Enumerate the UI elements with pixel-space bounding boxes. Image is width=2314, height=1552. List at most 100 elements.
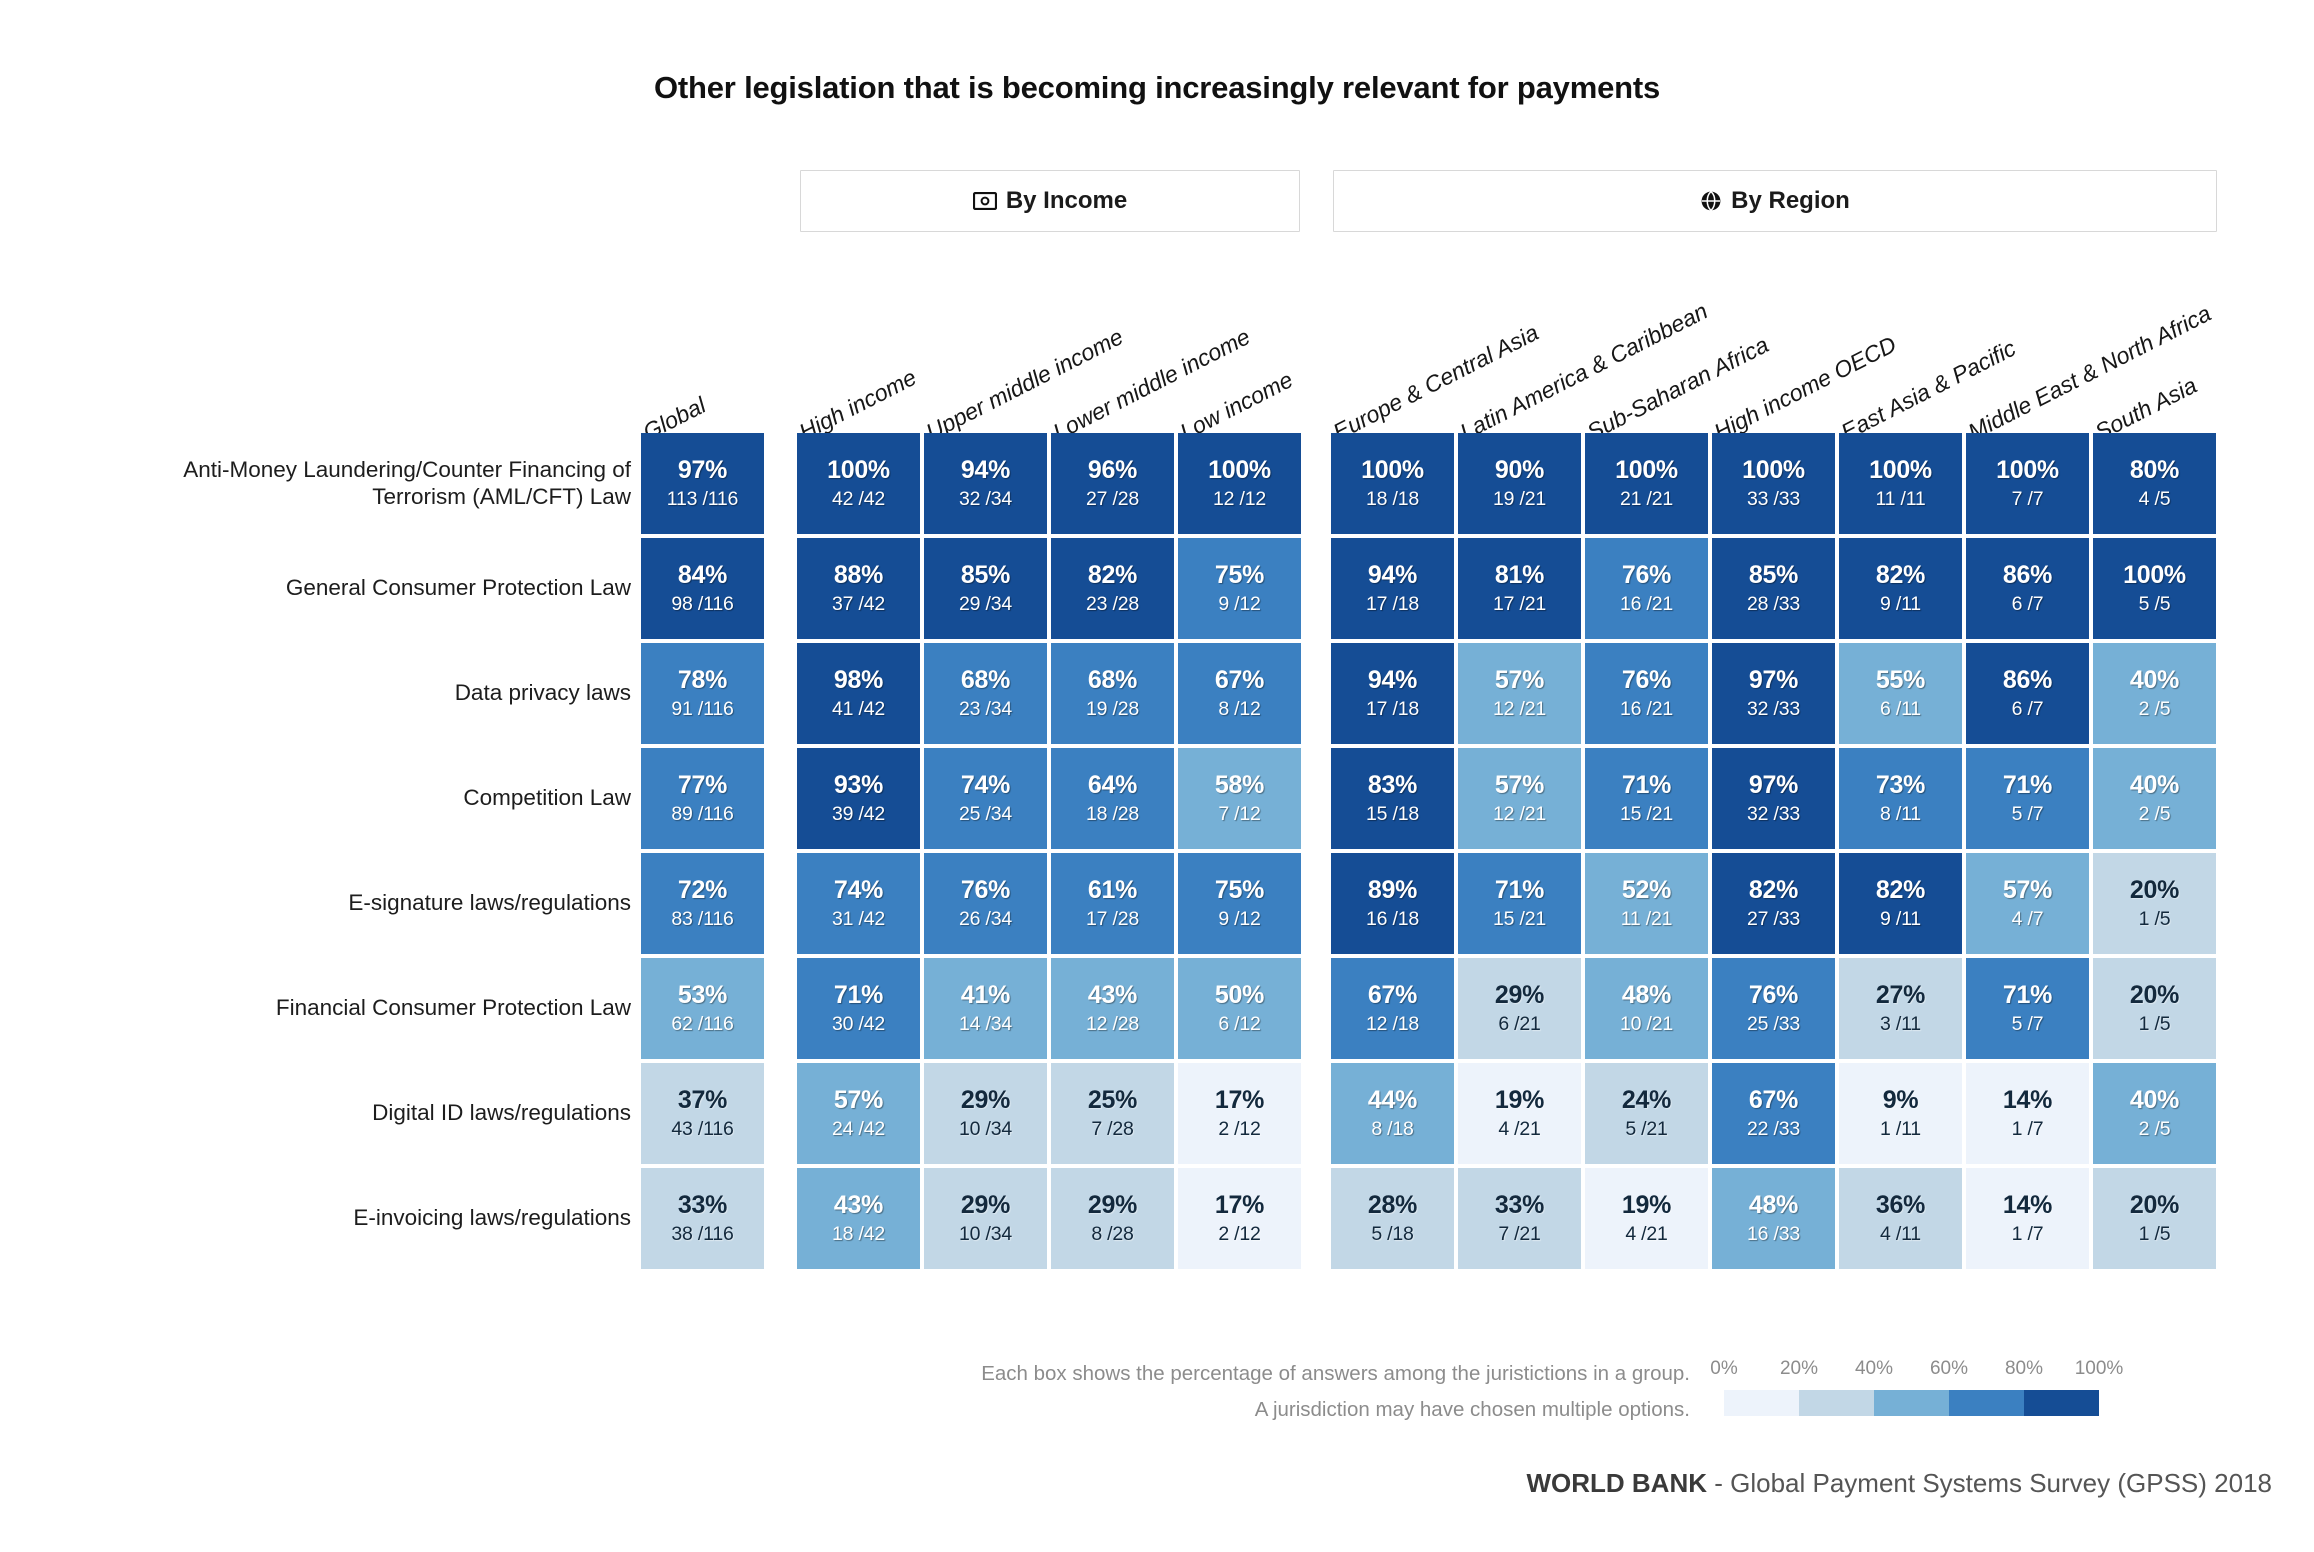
heatmap-cell[interactable]: 100% 21 /21 <box>1585 433 1708 534</box>
heatmap-cell[interactable]: 68% 19 /28 <box>1051 643 1174 744</box>
heatmap-cell[interactable]: 100% 5 /5 <box>2093 538 2216 639</box>
heatmap-cell[interactable]: 80% 4 /5 <box>2093 433 2216 534</box>
heatmap-cell[interactable]: 71% 5 /7 <box>1966 958 2089 1059</box>
heatmap-cell[interactable]: 82% 9 /11 <box>1839 853 1962 954</box>
cell-fraction: 4 /21 <box>1625 1222 1668 1245</box>
heatmap-cell[interactable]: 75% 9 /12 <box>1178 538 1301 639</box>
heatmap-cell[interactable]: 78% 91 /116 <box>641 643 764 744</box>
heatmap-cell[interactable]: 36% 4 /11 <box>1839 1168 1962 1269</box>
heatmap-cell[interactable]: 74% 31 /42 <box>797 853 920 954</box>
heatmap-cell[interactable]: 57% 24 /42 <box>797 1063 920 1164</box>
heatmap-cell[interactable]: 76% 16 /21 <box>1585 643 1708 744</box>
heatmap-cell[interactable]: 71% 15 /21 <box>1585 748 1708 849</box>
heatmap-cell[interactable]: 17% 2 /12 <box>1178 1063 1301 1164</box>
heatmap-cell[interactable]: 41% 14 /34 <box>924 958 1047 1059</box>
heatmap-cell[interactable]: 29% 10 /34 <box>924 1063 1047 1164</box>
group-header-by-income[interactable]: By Income <box>800 170 1300 232</box>
heatmap-cell[interactable]: 85% 29 /34 <box>924 538 1047 639</box>
heatmap-cell[interactable]: 94% 32 /34 <box>924 433 1047 534</box>
heatmap-cell[interactable]: 48% 10 /21 <box>1585 958 1708 1059</box>
heatmap-cell[interactable]: 93% 39 /42 <box>797 748 920 849</box>
heatmap-cell[interactable]: 17% 2 /12 <box>1178 1168 1301 1269</box>
heatmap-cell[interactable]: 25% 7 /28 <box>1051 1063 1174 1164</box>
heatmap-cell[interactable]: 57% 12 /21 <box>1458 643 1581 744</box>
heatmap-cell[interactable]: 67% 8 /12 <box>1178 643 1301 744</box>
heatmap-cell[interactable]: 33% 7 /21 <box>1458 1168 1581 1269</box>
heatmap-cell[interactable]: 72% 83 /116 <box>641 853 764 954</box>
heatmap-cell[interactable]: 9% 1 /11 <box>1839 1063 1962 1164</box>
heatmap-cell[interactable]: 19% 4 /21 <box>1585 1168 1708 1269</box>
heatmap-cell[interactable]: 43% 12 /28 <box>1051 958 1174 1059</box>
heatmap-cell[interactable]: 64% 18 /28 <box>1051 748 1174 849</box>
heatmap-cell[interactable]: 89% 16 /18 <box>1331 853 1454 954</box>
heatmap-cell[interactable]: 55% 6 /11 <box>1839 643 1962 744</box>
heatmap-cell[interactable]: 43% 18 /42 <box>797 1168 920 1269</box>
heatmap-cell[interactable]: 86% 6 /7 <box>1966 538 2089 639</box>
heatmap-cell[interactable]: 29% 10 /34 <box>924 1168 1047 1269</box>
heatmap-cell[interactable]: 100% 7 /7 <box>1966 433 2089 534</box>
heatmap-cell[interactable]: 86% 6 /7 <box>1966 643 2089 744</box>
heatmap-cell[interactable]: 67% 22 /33 <box>1712 1063 1835 1164</box>
heatmap-cell[interactable]: 53% 62 /116 <box>641 958 764 1059</box>
heatmap-cell[interactable]: 74% 25 /34 <box>924 748 1047 849</box>
heatmap-cell[interactable]: 48% 16 /33 <box>1712 1168 1835 1269</box>
heatmap-cell[interactable]: 20% 1 /5 <box>2093 958 2216 1059</box>
heatmap-cell[interactable]: 77% 89 /116 <box>641 748 764 849</box>
heatmap-cell[interactable]: 98% 41 /42 <box>797 643 920 744</box>
heatmap-cell[interactable]: 100% 12 /12 <box>1178 433 1301 534</box>
cell-fraction: 39 /42 <box>831 802 885 825</box>
heatmap-cell[interactable]: 40% 2 /5 <box>2093 643 2216 744</box>
heatmap-cell[interactable]: 14% 1 /7 <box>1966 1168 2089 1269</box>
heatmap-cell[interactable]: 90% 19 /21 <box>1458 433 1581 534</box>
heatmap-cell[interactable]: 28% 5 /18 <box>1331 1168 1454 1269</box>
heatmap-cell[interactable]: 100% 33 /33 <box>1712 433 1835 534</box>
heatmap-cell[interactable]: 33% 38 /116 <box>641 1168 764 1269</box>
heatmap-cell[interactable]: 100% 42 /42 <box>797 433 920 534</box>
heatmap-cell[interactable]: 14% 1 /7 <box>1966 1063 2089 1164</box>
heatmap-cell[interactable]: 68% 23 /34 <box>924 643 1047 744</box>
heatmap-cell[interactable]: 76% 26 /34 <box>924 853 1047 954</box>
heatmap-cell[interactable]: 73% 8 /11 <box>1839 748 1962 849</box>
heatmap-cell[interactable]: 61% 17 /28 <box>1051 853 1174 954</box>
heatmap-cell[interactable]: 76% 16 /21 <box>1585 538 1708 639</box>
heatmap-cell[interactable]: 81% 17 /21 <box>1458 538 1581 639</box>
heatmap-cell[interactable]: 100% 11 /11 <box>1839 433 1962 534</box>
heatmap-cell[interactable]: 27% 3 /11 <box>1839 958 1962 1059</box>
heatmap-cell[interactable]: 40% 2 /5 <box>2093 1063 2216 1164</box>
heatmap-cell[interactable]: 100% 18 /18 <box>1331 433 1454 534</box>
heatmap-cell[interactable]: 83% 15 /18 <box>1331 748 1454 849</box>
heatmap-cell[interactable]: 58% 7 /12 <box>1178 748 1301 849</box>
heatmap-cell[interactable]: 84% 98 /116 <box>641 538 764 639</box>
heatmap-cell[interactable]: 82% 27 /33 <box>1712 853 1835 954</box>
heatmap-cell[interactable]: 29% 6 /21 <box>1458 958 1581 1059</box>
heatmap-cell[interactable]: 76% 25 /33 <box>1712 958 1835 1059</box>
heatmap-cell[interactable]: 97% 113 /116 <box>641 433 764 534</box>
heatmap-cell[interactable]: 94% 17 /18 <box>1331 538 1454 639</box>
heatmap-cell[interactable]: 20% 1 /5 <box>2093 853 2216 954</box>
heatmap-cell[interactable]: 75% 9 /12 <box>1178 853 1301 954</box>
heatmap-cell[interactable]: 82% 9 /11 <box>1839 538 1962 639</box>
heatmap-cell[interactable]: 40% 2 /5 <box>2093 748 2216 849</box>
heatmap-cell[interactable]: 19% 4 /21 <box>1458 1063 1581 1164</box>
heatmap-cell[interactable]: 20% 1 /5 <box>2093 1168 2216 1269</box>
heatmap-cell[interactable]: 85% 28 /33 <box>1712 538 1835 639</box>
heatmap-cell[interactable]: 71% 30 /42 <box>797 958 920 1059</box>
group-header-by-region[interactable]: By Region <box>1333 170 2217 232</box>
heatmap-cell[interactable]: 88% 37 /42 <box>797 538 920 639</box>
heatmap-cell[interactable]: 67% 12 /18 <box>1331 958 1454 1059</box>
heatmap-cell[interactable]: 57% 12 /21 <box>1458 748 1581 849</box>
heatmap-cell[interactable]: 71% 15 /21 <box>1458 853 1581 954</box>
heatmap-cell[interactable]: 37% 43 /116 <box>641 1063 764 1164</box>
heatmap-cell[interactable]: 94% 17 /18 <box>1331 643 1454 744</box>
heatmap-cell[interactable]: 97% 32 /33 <box>1712 748 1835 849</box>
heatmap-cell[interactable]: 52% 11 /21 <box>1585 853 1708 954</box>
heatmap-cell[interactable]: 71% 5 /7 <box>1966 748 2089 849</box>
heatmap-cell[interactable]: 97% 32 /33 <box>1712 643 1835 744</box>
heatmap-cell[interactable]: 29% 8 /28 <box>1051 1168 1174 1269</box>
heatmap-cell[interactable]: 57% 4 /7 <box>1966 853 2089 954</box>
heatmap-cell[interactable]: 44% 8 /18 <box>1331 1063 1454 1164</box>
heatmap-cell[interactable]: 50% 6 /12 <box>1178 958 1301 1059</box>
heatmap-cell[interactable]: 96% 27 /28 <box>1051 433 1174 534</box>
heatmap-cell[interactable]: 82% 23 /28 <box>1051 538 1174 639</box>
heatmap-cell[interactable]: 24% 5 /21 <box>1585 1063 1708 1164</box>
